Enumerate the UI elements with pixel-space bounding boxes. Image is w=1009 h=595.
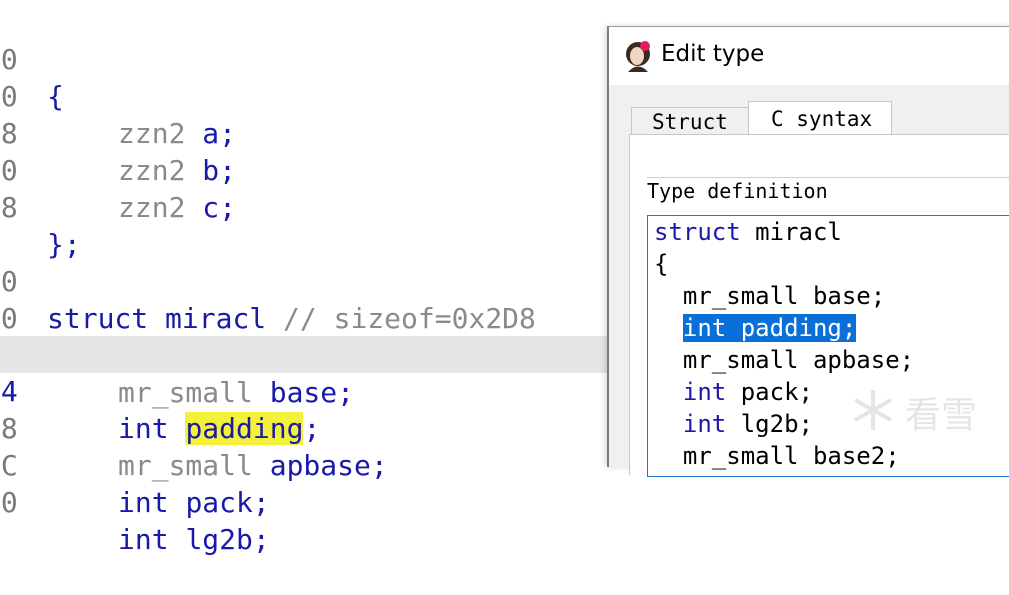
- app-portrait-icon: [621, 39, 655, 73]
- editor-line: mr_small base;: [654, 282, 886, 310]
- editor-line: int pack;: [682, 378, 813, 406]
- watermark: 看雪: [845, 382, 995, 436]
- member-name[interactable]: lg2b: [185, 523, 252, 556]
- editor-line: mr_small apbase;: [654, 346, 915, 374]
- offset: 18: [0, 191, 18, 224]
- type-definition-label: Type definition: [647, 179, 828, 203]
- member-type[interactable]: zzn2: [118, 191, 185, 224]
- dialog-title: Edit type: [661, 41, 765, 67]
- member-type[interactable]: int: [118, 523, 169, 556]
- editor-line: {: [654, 250, 669, 278]
- editor-line: int lg2b;: [682, 410, 813, 438]
- member-name[interactable]: pack: [185, 486, 252, 519]
- tab-struct[interactable]: Struct: [631, 107, 749, 135]
- editor-line: mr_small base2;: [654, 442, 900, 470]
- selection: int padding;: [682, 314, 857, 342]
- offset: 10: [0, 486, 18, 519]
- group-divider: [647, 177, 1009, 178]
- dialog-titlebar[interactable]: Edit type: [609, 27, 1009, 85]
- editor-line: struct miracl: [654, 218, 842, 246]
- semicolon: ;: [252, 486, 270, 519]
- editor-line-selected: int padding;: [654, 312, 857, 344]
- member-name[interactable]: c: [202, 191, 219, 224]
- semicolon: ;: [252, 523, 270, 556]
- snowflake-icon: [849, 386, 897, 438]
- watermark-text: 看雪: [905, 395, 978, 436]
- member-type[interactable]: int: [118, 486, 169, 519]
- tab-c-syntax[interactable]: C syntax: [748, 101, 892, 135]
- semicolon: ;: [219, 191, 237, 224]
